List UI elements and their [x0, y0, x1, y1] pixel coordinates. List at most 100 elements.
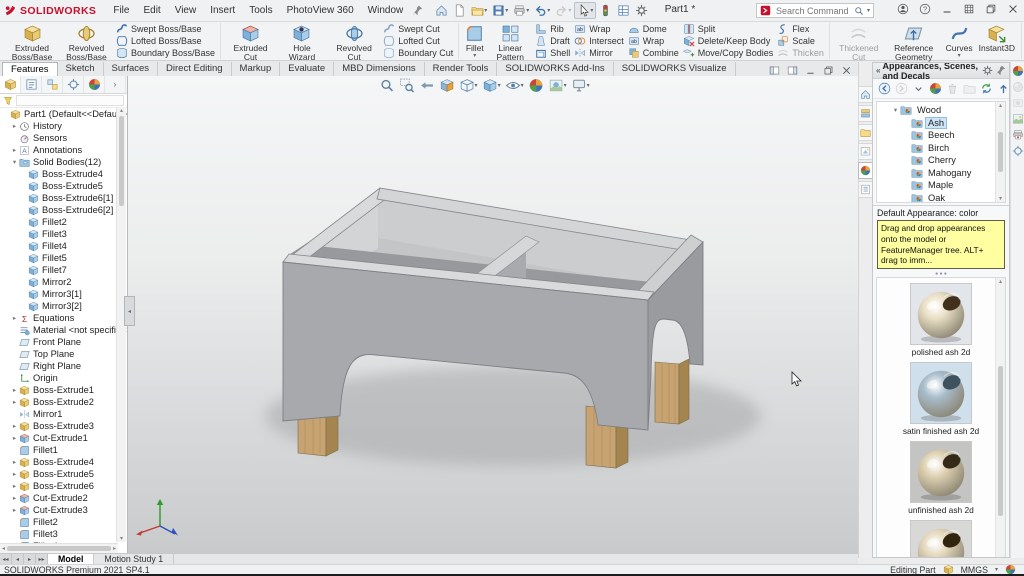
graphics-viewport[interactable]: ▾▾▾▾▾	[128, 76, 858, 553]
menu-tools[interactable]: Tools	[242, 5, 279, 16]
appearance-thumbnail-satin-finished-ash-2d[interactable]: satin finished ash 2d	[905, 362, 977, 436]
units-label[interactable]: MMGS	[961, 565, 988, 575]
tree-item-front-plane[interactable]: Front Plane	[0, 336, 127, 348]
doc-restore-button[interactable]	[823, 65, 834, 76]
swept-boss-base-button[interactable]: Swept Boss/Base	[116, 23, 215, 35]
boundary-cut-button[interactable]: Boundary Cut	[383, 47, 453, 59]
zoom-fit-button[interactable]	[380, 78, 395, 93]
lights-icon[interactable]	[1012, 145, 1024, 157]
pane-left-icon[interactable]	[769, 65, 780, 76]
scene-icon[interactable]	[1012, 113, 1024, 125]
tree-item-boss-extrude3[interactable]: ▸Boss-Extrude3	[0, 420, 127, 432]
tab-sketch[interactable]: Sketch	[58, 62, 104, 76]
thumbnails-scrollbar[interactable]: ▴▾	[995, 278, 1005, 558]
undo-button[interactable]: ▾	[532, 3, 552, 18]
units-caret-icon[interactable]: ▾	[995, 567, 998, 573]
filter-funnel-icon[interactable]	[3, 96, 13, 106]
tree-item-cut-extrude1[interactable]: ▸Cut-Extrude1	[0, 432, 127, 444]
tree-item-mirror3-2[interactable]: Mirror3[2]	[0, 300, 127, 312]
tree-item-origin[interactable]: Origin	[0, 372, 127, 384]
task-pane-gear-icon[interactable]	[982, 65, 993, 76]
appearance-thumbnail-polished-ash-2d[interactable]: polished ash 2d	[905, 283, 977, 357]
dome-button[interactable]: Dome	[628, 23, 679, 35]
view-orientation-button[interactable]: ▾	[460, 78, 478, 93]
home-button[interactable]	[433, 3, 450, 18]
previous-view-button[interactable]	[420, 78, 435, 93]
reference-geometry-button[interactable]: Reference Geometry▾	[885, 23, 943, 59]
combine-button[interactable]: Combine	[628, 47, 679, 59]
appearance-thumbnail-unfinished-ash-2d[interactable]: unfinished ash 2d	[905, 441, 977, 515]
tree-item-fillet7[interactable]: Fillet7	[0, 264, 127, 276]
tab-solidworks-visualize[interactable]: SOLIDWORKS Visualize	[614, 62, 736, 76]
propertymanager-tab[interactable]	[21, 76, 42, 93]
custom-properties-tab[interactable]	[858, 181, 873, 198]
apply-scene-button[interactable]: ▾	[549, 78, 567, 93]
select-button[interactable]: ▾	[574, 2, 596, 19]
minimize-button[interactable]	[941, 3, 953, 15]
appearance-tree-scrollbar[interactable]: ▴▾	[995, 102, 1005, 202]
split-button[interactable]: Split	[683, 23, 774, 35]
delete-keep-body-button[interactable]: Delete/Keep Body	[683, 35, 774, 47]
flex-button[interactable]: Flex	[777, 23, 824, 35]
menu-photoview-360[interactable]: PhotoView 360	[280, 5, 361, 16]
doc-minimize-button[interactable]	[805, 65, 816, 76]
lofted-cut-button[interactable]: Lofted Cut	[383, 35, 453, 47]
search-commands-box[interactable]: ▾	[756, 3, 874, 18]
tree-item-boss-extrude1[interactable]: ▸Boss-Extrude1	[0, 384, 127, 396]
appearance-thumbnail-polished-ash-endgrain[interactable]: polished ash endgrain	[905, 520, 977, 558]
tab-mbd-dimensions[interactable]: MBD Dimensions	[334, 62, 424, 76]
appearances-tab[interactable]	[858, 162, 873, 179]
rebuild-button[interactable]	[597, 3, 614, 18]
back-icon[interactable]	[878, 82, 891, 95]
restore-button[interactable]	[985, 3, 997, 15]
featuremanager-filter[interactable]	[0, 94, 127, 108]
appearance-folder-ash[interactable]: Ash	[877, 117, 1005, 130]
tree-item-fillet3[interactable]: Fillet3	[0, 528, 127, 540]
file-explorer-tab[interactable]	[858, 124, 873, 141]
tree-item-boss-extrude6-1[interactable]: Boss-Extrude6[1]	[0, 192, 127, 204]
rib-button[interactable]: Rib	[535, 23, 570, 35]
display-style-button[interactable]: ▾	[483, 78, 501, 93]
appearance-folder-beech[interactable]: Beech	[877, 129, 1005, 142]
boundary-boss-base-button[interactable]: Boundary Boss/Base	[116, 47, 215, 59]
print-button[interactable]: ▾	[511, 3, 531, 18]
lofted-boss-base-button[interactable]: Lofted Boss/Base	[116, 35, 215, 47]
tree-item-cut-extrude3[interactable]: ▸Cut-Extrude3	[0, 504, 127, 516]
draft-button[interactable]: Draft	[535, 35, 570, 47]
appearance-folder-oak[interactable]: Oak	[877, 192, 1005, 204]
appearances-home-icon[interactable]	[929, 82, 942, 95]
tree-item-equations[interactable]: ▸ΣEquations	[0, 312, 127, 324]
panel-splitter-handle[interactable]: ◂	[124, 296, 135, 326]
displaymanager-tab[interactable]	[84, 76, 105, 93]
shell-button[interactable]: Shell	[535, 47, 570, 59]
search-commands-input[interactable]	[774, 5, 851, 17]
decal-icon[interactable]	[1012, 129, 1024, 141]
tree-item-fillet5[interactable]: Fillet5	[0, 252, 127, 264]
tree-item-part1-default-default-display[interactable]: Part1 (Default<<Default>_Display	[0, 108, 127, 120]
tree-item-annotations[interactable]: ▸AAnnotations	[0, 144, 127, 156]
tree-item-fillet3[interactable]: Fillet3	[0, 228, 127, 240]
section-view-button[interactable]	[440, 78, 455, 93]
tab-direct-editing[interactable]: Direct Editing	[158, 62, 232, 76]
zoom-area-button[interactable]	[400, 78, 415, 93]
model-3d[interactable]	[128, 76, 858, 553]
maximize-button[interactable]	[963, 3, 975, 15]
tree-item-boss-extrude5[interactable]: Boss-Extrude5	[0, 180, 127, 192]
tree-item-fillet2[interactable]: Fillet2	[0, 516, 127, 528]
tree-item-boss-extrude4[interactable]: Boss-Extrude4	[0, 168, 127, 180]
extruded-boss-base-button[interactable]: Extruded Boss/Base	[5, 23, 59, 59]
close-button[interactable]	[1007, 3, 1019, 15]
tree-item-mirror1[interactable]: Mirror1	[0, 408, 127, 420]
tree-item-mirror3-1[interactable]: Mirror3[1]	[0, 288, 127, 300]
tree-item-sensors[interactable]: Sensors	[0, 132, 127, 144]
solidworks-resources-tab[interactable]	[858, 86, 873, 103]
design-library-tab[interactable]	[858, 105, 873, 122]
dropdown-caret-icon[interactable]	[912, 82, 925, 95]
featuremanager-more-tab[interactable]: ›	[105, 76, 126, 93]
tab-scroll-2[interactable]: ▸	[24, 554, 36, 564]
tab-scroll-3[interactable]: ▸▸	[36, 554, 48, 564]
linear-pattern-button[interactable]: Linear Pattern▾	[487, 23, 533, 59]
tree-item-boss-extrude5[interactable]: ▸Boss-Extrude5	[0, 468, 127, 480]
edit-appearance-button[interactable]	[529, 78, 544, 93]
user-icon[interactable]	[897, 3, 909, 15]
